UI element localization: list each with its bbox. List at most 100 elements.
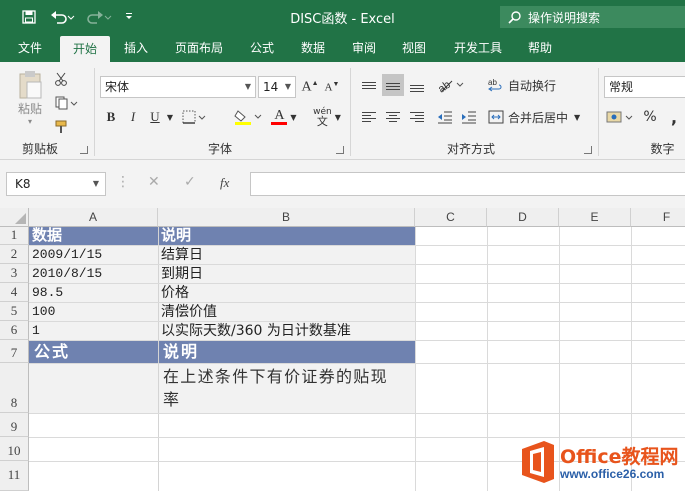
align-left-button[interactable] bbox=[358, 106, 380, 128]
borders-button[interactable] bbox=[180, 106, 210, 128]
tab-data[interactable]: 数据 bbox=[290, 34, 336, 62]
tell-me-search[interactable]: 操作说明搜索 bbox=[500, 6, 685, 28]
row-header-3[interactable]: 3 bbox=[0, 264, 29, 283]
column-header-b[interactable]: B bbox=[158, 208, 415, 227]
wrap-text-button[interactable]: ab 自动换行 bbox=[488, 74, 568, 96]
splitter-icon[interactable]: ⋮ bbox=[116, 174, 130, 190]
cell-a7[interactable]: 公式 bbox=[34, 342, 70, 361]
number-group-label: 数字 bbox=[650, 142, 675, 156]
underline-button[interactable]: U bbox=[146, 106, 164, 128]
cell-b1[interactable]: 说明 bbox=[161, 226, 191, 245]
tab-insert[interactable]: 插入 bbox=[114, 34, 158, 62]
paste-button[interactable]: 粘贴 ▾ bbox=[10, 66, 50, 130]
enter-check-icon[interactable]: ✓ bbox=[184, 174, 196, 190]
name-box[interactable]: K8 ▼ bbox=[6, 172, 106, 196]
row-header-4[interactable]: 4 bbox=[0, 283, 29, 302]
format-painter-icon[interactable] bbox=[52, 116, 70, 138]
percent-button[interactable]: % bbox=[640, 106, 660, 128]
tab-view[interactable]: 视图 bbox=[392, 34, 436, 62]
align-top-icon bbox=[362, 80, 376, 91]
tab-formulas[interactable]: 公式 bbox=[240, 34, 284, 62]
column-header-e[interactable]: E bbox=[559, 208, 631, 227]
cell-b3[interactable]: 到期日 bbox=[161, 265, 203, 283]
currency-icon bbox=[606, 111, 633, 123]
cell-b5[interactable]: 清偿价值 bbox=[161, 303, 217, 321]
font-color-button[interactable]: A ▼ bbox=[268, 106, 300, 128]
select-all-corner[interactable] bbox=[0, 208, 29, 227]
chevron-down-icon[interactable]: ▼ bbox=[164, 106, 176, 128]
column-header-a[interactable]: A bbox=[29, 208, 158, 227]
cell-a2[interactable]: 2009/1/15 bbox=[32, 246, 102, 264]
font-size-combo[interactable]: 14 ▼ bbox=[258, 76, 296, 98]
tab-developer[interactable]: 开发工具 bbox=[444, 34, 512, 62]
row-header-2[interactable]: 2 bbox=[0, 245, 29, 264]
tab-page-layout[interactable]: 页面布局 bbox=[164, 34, 234, 62]
decrease-font-size-button[interactable]: A▼ bbox=[322, 76, 342, 98]
align-right-button[interactable] bbox=[406, 106, 428, 128]
row-header-5[interactable]: 5 bbox=[0, 302, 29, 321]
increase-font-icon: A▲ bbox=[301, 78, 319, 95]
comma-button[interactable]: , bbox=[664, 106, 684, 128]
row-header-6[interactable]: 6 bbox=[0, 321, 29, 340]
tell-me-label: 操作说明搜索 bbox=[528, 10, 601, 25]
tab-file[interactable]: 文件 bbox=[8, 34, 52, 62]
cell-b8-line-1[interactable]: 在上述条件下有价证券的贴现 bbox=[163, 366, 388, 388]
tab-home[interactable]: 开始 bbox=[60, 36, 110, 62]
border-icon bbox=[182, 110, 206, 124]
italic-button[interactable]: I bbox=[124, 106, 142, 128]
cell-b2[interactable]: 结算日 bbox=[161, 246, 203, 264]
name-box-value: K8 bbox=[15, 177, 31, 191]
row-header-10[interactable]: 10 bbox=[0, 437, 29, 461]
column-header-f[interactable]: F bbox=[631, 208, 685, 227]
svg-text:ab: ab bbox=[488, 78, 497, 87]
cell-a1[interactable]: 数据 bbox=[32, 226, 62, 245]
align-center-button[interactable] bbox=[382, 106, 404, 128]
copy-icon[interactable] bbox=[52, 92, 82, 114]
cell-a4[interactable]: 98.5 bbox=[32, 284, 63, 302]
bold-button[interactable]: B bbox=[102, 106, 120, 128]
accounting-format-button[interactable] bbox=[604, 106, 638, 128]
row-header-11[interactable]: 11 bbox=[0, 461, 29, 491]
row-header-1[interactable]: 1 bbox=[0, 227, 29, 245]
column-header-d[interactable]: D bbox=[487, 208, 559, 227]
clipboard-launcher-icon[interactable] bbox=[80, 146, 88, 154]
font-color-glyph: A bbox=[274, 107, 285, 123]
decrease-indent-button[interactable] bbox=[434, 106, 456, 128]
align-bottom-icon bbox=[410, 77, 424, 94]
font-name-combo[interactable]: 宋体 ▼ bbox=[100, 76, 256, 98]
font-size-value: 14 bbox=[263, 80, 279, 94]
cell-b4[interactable]: 价格 bbox=[161, 284, 189, 302]
font-group-label: 字体 bbox=[207, 142, 232, 156]
cancel-icon[interactable]: ✕ bbox=[148, 174, 160, 190]
increase-font-size-button[interactable]: A▲ bbox=[300, 76, 320, 98]
cut-icon[interactable] bbox=[52, 68, 70, 90]
group-separator bbox=[598, 68, 599, 156]
align-bottom-button[interactable] bbox=[406, 74, 428, 96]
row-header-7[interactable]: 7 bbox=[0, 340, 29, 363]
align-middle-button[interactable] bbox=[382, 74, 404, 96]
row-header-8[interactable]: 8 bbox=[0, 363, 29, 413]
row-header-9[interactable]: 9 bbox=[0, 413, 29, 437]
cell-b6[interactable]: 以实际天数/360 为日计数基准 bbox=[161, 322, 351, 340]
cell-b8-line-2[interactable]: 率 bbox=[163, 389, 179, 411]
merge-center-button[interactable]: 合并后居中 ▼ bbox=[488, 106, 588, 128]
alignment-launcher-icon[interactable] bbox=[584, 146, 592, 154]
align-top-button[interactable] bbox=[358, 74, 380, 96]
increase-indent-button[interactable] bbox=[458, 106, 480, 128]
column-header-c[interactable]: C bbox=[415, 208, 487, 227]
tab-help[interactable]: 帮助 bbox=[518, 34, 562, 62]
insert-function-icon[interactable]: fx bbox=[220, 175, 229, 191]
cell-a6[interactable]: 1 bbox=[32, 322, 40, 340]
cell-a3[interactable]: 2010/8/15 bbox=[32, 265, 102, 283]
formula-input[interactable] bbox=[250, 172, 685, 196]
cell-b7[interactable]: 说明 bbox=[163, 342, 199, 361]
number-format-combo[interactable]: 常规 bbox=[604, 76, 685, 98]
orientation-button[interactable]: ab bbox=[434, 74, 468, 96]
group-separator bbox=[94, 68, 95, 156]
gridline bbox=[29, 340, 685, 341]
tab-review[interactable]: 审阅 bbox=[342, 34, 386, 62]
fill-color-button[interactable] bbox=[232, 106, 266, 128]
phonetic-button[interactable]: wén 文 ▼ bbox=[310, 106, 344, 128]
font-launcher-icon[interactable] bbox=[336, 146, 344, 154]
cell-a5[interactable]: 100 bbox=[32, 303, 55, 321]
